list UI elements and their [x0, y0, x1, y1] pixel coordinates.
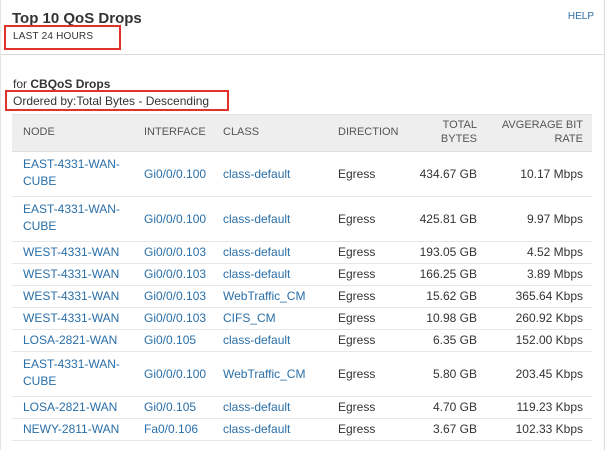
direction-value: Egress: [338, 245, 376, 259]
class-link[interactable]: class-default: [223, 266, 333, 283]
interface-link[interactable]: Gi0/0.105: [144, 399, 219, 416]
total-bytes-value: 4.70 GB: [432, 400, 477, 414]
total-bytes-value: 425.81 GB: [419, 212, 477, 226]
total-bytes-value: 6.35 GB: [432, 333, 477, 347]
total-bytes-value: 193.05 GB: [419, 245, 477, 259]
direction-value: Egress: [338, 167, 376, 181]
total-bytes-value: 166.25 GB: [419, 267, 477, 281]
total-bytes-value: 3.67 GB: [432, 422, 477, 436]
table-row: EAST-4331-WAN-CUBE Gi0/0/0.100 class-defau…: [12, 197, 592, 242]
direction-value: Egress: [338, 400, 376, 414]
table-row: WEST-4331-WAN Gi0/0/0.103 class-default Egr…: [12, 264, 592, 286]
class-link[interactable]: class-default: [223, 244, 333, 261]
total-bytes-value: 5.80 GB: [432, 367, 477, 381]
direction-value: Egress: [338, 367, 376, 381]
col-direction: DIRECTION: [338, 126, 399, 138]
qos-drops-widget: Top 10 QoS Drops HELP LAST 24 HOURS for …: [0, 0, 605, 450]
bit-rate-value: 119.23 Kbps: [516, 400, 584, 414]
interface-link[interactable]: Gi0/0/0.103: [144, 244, 219, 261]
direction-value: Egress: [338, 333, 376, 347]
bit-rate-value: 10.17 Mbps: [520, 167, 583, 181]
for-line: for CBQoS Drops: [13, 77, 110, 91]
class-link[interactable]: WebTraffic_CM: [223, 366, 333, 383]
table-row: WEST-4331-WAN Gi0/0/0.103 class-default Egr…: [12, 242, 592, 264]
bit-rate-value: 365.64 Kbps: [515, 289, 583, 303]
node-link[interactable]: WEST-4331-WAN: [23, 266, 127, 283]
interface-link[interactable]: Gi0/0/0.100: [144, 166, 219, 183]
bit-rate-value: 203.45 Kbps: [515, 367, 583, 381]
col-rate-line2: RATE: [554, 133, 583, 145]
bit-rate-value: 102.33 Kbps: [515, 422, 583, 436]
qos-table: NODE INTERFACE CLASS DIRECTION TOTAL BYT…: [12, 114, 592, 441]
total-bytes-value: 10.98 GB: [426, 311, 477, 325]
for-prefix: for: [13, 77, 28, 91]
direction-value: Egress: [338, 311, 376, 325]
col-total-bytes: TOTAL BYTES: [403, 118, 477, 146]
table-row: WEST-4331-WAN Gi0/0/0.103 WebTraffic_CM Egr…: [12, 286, 592, 308]
help-link[interactable]: HELP: [568, 11, 594, 22]
bit-rate-value: 260.92 Kbps: [515, 311, 583, 325]
direction-value: Egress: [338, 212, 376, 226]
table-row: WEST-4331-WAN Gi0/0/0.103 CIFS_CM Egress 10.…: [12, 308, 592, 330]
class-link[interactable]: WebTraffic_CM: [223, 288, 333, 305]
col-total-bytes-line1: TOTAL: [442, 119, 477, 131]
bit-rate-value: 4.52 Mbps: [526, 245, 583, 259]
bit-rate-value: 9.97 Mbps: [526, 212, 583, 226]
interface-link[interactable]: Gi0/0/0.103: [144, 266, 219, 283]
direction-value: Egress: [338, 289, 376, 303]
col-rate: AVGERAGE BIT RATE: [483, 118, 583, 146]
node-link[interactable]: EAST-4331-WAN-CUBE: [23, 201, 127, 235]
node-link[interactable]: WEST-4331-WAN: [23, 310, 127, 327]
total-bytes-value: 434.67 GB: [419, 167, 477, 181]
node-link[interactable]: WEST-4331-WAN: [23, 288, 127, 305]
class-link[interactable]: class-default: [223, 421, 333, 438]
node-link[interactable]: NEWY-2811-WAN: [23, 421, 127, 438]
for-value: CBQoS Drops: [30, 77, 111, 91]
total-bytes-value: 15.62 GB: [426, 289, 477, 303]
class-link[interactable]: class-default: [223, 211, 333, 228]
node-link[interactable]: EAST-4331-WAN-CUBE: [23, 356, 127, 390]
class-link[interactable]: class-default: [223, 332, 333, 349]
highlight-box-ordered: [5, 90, 229, 111]
col-interface: INTERFACE: [144, 126, 206, 138]
table-header: NODE INTERFACE CLASS DIRECTION TOTAL BYT…: [12, 114, 592, 152]
interface-link[interactable]: Gi0/0/0.100: [144, 211, 219, 228]
table-body: EAST-4331-WAN-CUBE Gi0/0/0.100 class-defau…: [12, 152, 592, 441]
header-divider: [1, 54, 605, 55]
highlight-box-period: [4, 25, 121, 50]
direction-value: Egress: [338, 422, 376, 436]
direction-value: Egress: [338, 267, 376, 281]
table-row: EAST-4331-WAN-CUBE Gi0/0/0.100 class-defau…: [12, 152, 592, 197]
node-link[interactable]: WEST-4331-WAN: [23, 244, 127, 261]
interface-link[interactable]: Gi0/0.105: [144, 332, 219, 349]
interface-link[interactable]: Fa0/0.106: [144, 421, 219, 438]
col-total-bytes-line2: BYTES: [440, 133, 477, 145]
class-link[interactable]: class-default: [223, 166, 333, 183]
interface-link[interactable]: Gi0/0/0.103: [144, 288, 219, 305]
node-link[interactable]: LOSA-2821-WAN: [23, 332, 127, 349]
interface-link[interactable]: Gi0/0/0.100: [144, 366, 219, 383]
table-row: LOSA-2821-WAN Gi0/0.105 class-default Egres…: [12, 397, 592, 419]
class-link[interactable]: class-default: [223, 399, 333, 416]
interface-link[interactable]: Gi0/0/0.103: [144, 310, 219, 327]
node-link[interactable]: LOSA-2821-WAN: [23, 399, 127, 416]
bit-rate-value: 3.89 Mbps: [526, 267, 583, 281]
table-row: NEWY-2811-WAN Fa0/0.106 class-default Egres…: [12, 419, 592, 441]
bit-rate-value: 152.00 Kbps: [515, 333, 583, 347]
table-row: LOSA-2821-WAN Gi0/0.105 class-default Egres…: [12, 330, 592, 352]
node-link[interactable]: EAST-4331-WAN-CUBE: [23, 156, 127, 190]
col-rate-line1: AVGERAGE BIT: [501, 119, 583, 131]
col-node: NODE: [23, 126, 55, 138]
col-class: CLASS: [223, 126, 260, 138]
class-link[interactable]: CIFS_CM: [223, 310, 333, 327]
table-row: EAST-4331-WAN-CUBE Gi0/0/0.100 WebTraffic_…: [12, 352, 592, 397]
